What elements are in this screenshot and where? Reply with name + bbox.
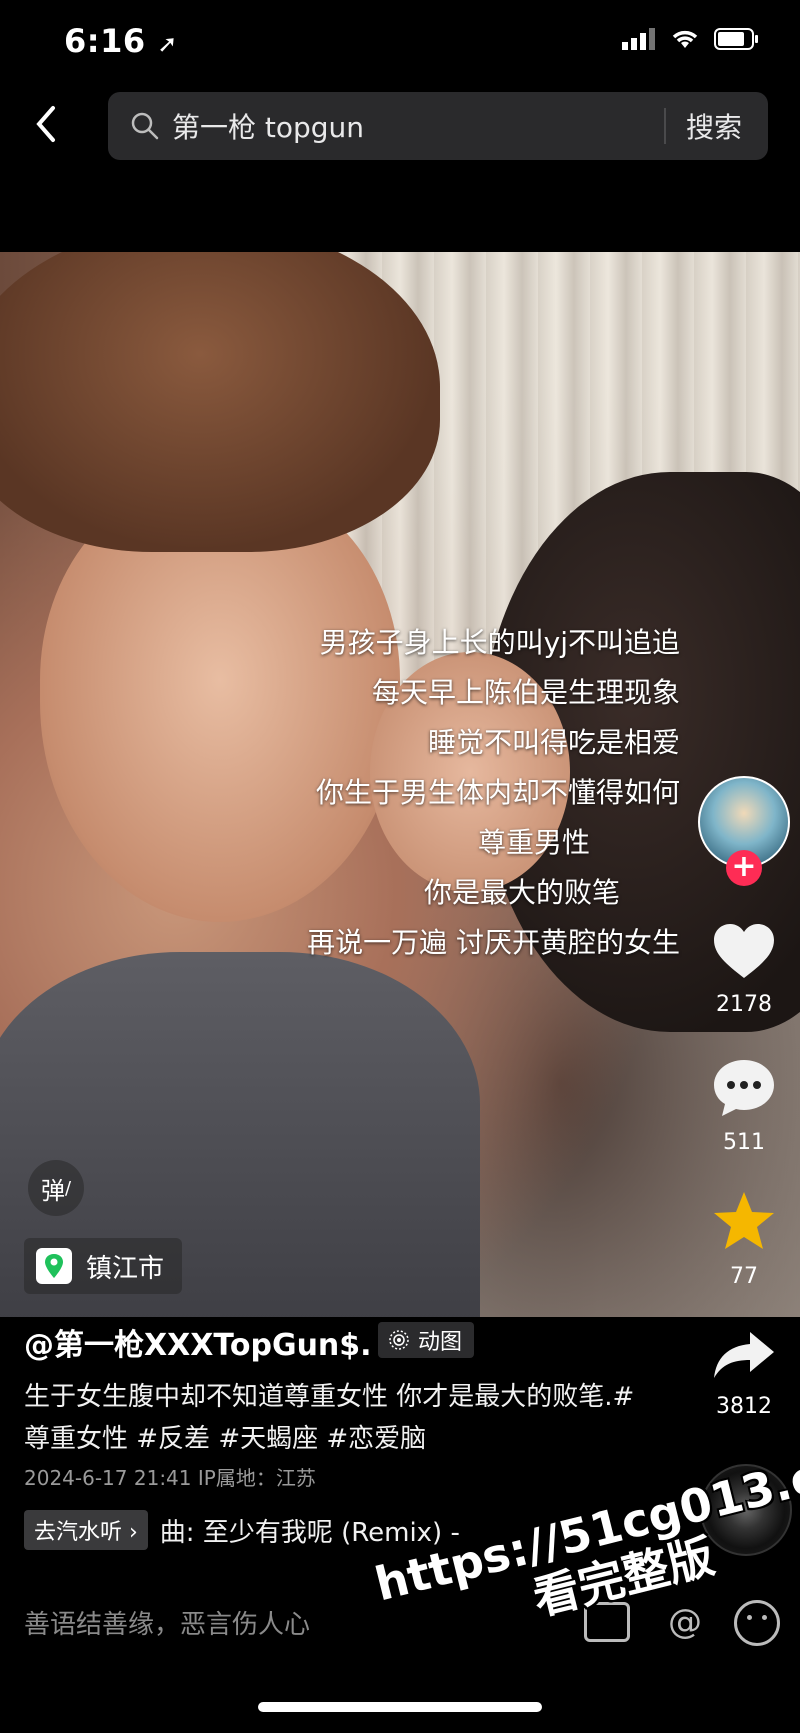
status-time: 6:16 ➚ — [64, 22, 178, 60]
danmaku-toggle-button[interactable]: 弹 / — [28, 1160, 84, 1216]
author-avatar[interactable]: + — [698, 776, 790, 886]
comment-count: 511 — [723, 1130, 765, 1155]
share-button[interactable]: 3812 — [698, 1330, 790, 1419]
music-row[interactable]: 去汽水听 › 曲: 至少有我呢 (Remix) - — [24, 1510, 460, 1550]
search-submit-button[interactable]: 搜索 — [686, 106, 742, 146]
follow-button[interactable]: + — [726, 850, 762, 886]
search-divider — [664, 108, 666, 144]
video-caption-overlay: 男孩子身上长的叫yj不叫追追 每天早上陈伯是生理现象 睡觉不叫得吃是相爱 你生于… — [307, 618, 680, 968]
author-name[interactable]: @第一枪XXXTopGun$. — [24, 1320, 372, 1364]
location-pin-icon — [36, 1248, 72, 1284]
like-count: 2178 — [716, 992, 772, 1017]
signal-icon — [622, 28, 655, 50]
comment-input[interactable]: 善语结善缘，恶言伤人心 — [24, 1604, 310, 1641]
caption-line: 尊重男性 — [477, 826, 590, 859]
music-title[interactable]: 曲: 至少有我呢 (Remix) - — [160, 1512, 460, 1549]
share-arrow-icon — [714, 1332, 774, 1378]
wifi-icon — [672, 30, 698, 48]
heart-icon — [714, 924, 774, 978]
post-meta: 2024-6-17 21:41 IP属地：江苏 — [24, 1466, 316, 1490]
location-label: 镇江市 — [86, 1253, 165, 1284]
post-description: 生于女生腹中却不知道尊重女性 你才是最大的败笔.#尊重女性 #反差 #天蝎座 #… — [24, 1382, 635, 1454]
type-badge-label: 动图 — [418, 1330, 463, 1355]
star-icon — [714, 1192, 774, 1249]
caption-line: 再说一万遍 讨厌开黄腔的女生 — [307, 926, 680, 959]
like-button[interactable]: 2178 — [698, 922, 790, 1017]
caption-line: 睡觉不叫得吃是相爱 — [427, 726, 680, 759]
status-icons — [622, 28, 760, 50]
back-button[interactable] — [22, 100, 70, 148]
location-tag[interactable]: 镇江市 — [24, 1238, 183, 1294]
search-bar[interactable]: 第一枪 topgun 搜索 — [108, 92, 768, 160]
video-figure — [0, 252, 440, 552]
favorite-count: 77 — [730, 1264, 758, 1289]
share-count: 3812 — [716, 1394, 772, 1419]
caption-line: 你是最大的败笔 — [423, 876, 620, 909]
caption-line: 你生于男生体内却不懂得如何 — [315, 776, 680, 809]
search-input[interactable]: 第一枪 topgun — [172, 106, 364, 146]
danmaku-label: 弹 — [40, 1176, 65, 1205]
listen-in-app-button[interactable]: 去汽水听 › — [24, 1510, 148, 1550]
location-arrow-icon: ➚ — [157, 30, 178, 58]
caption-line: 男孩子身上长的叫yj不叫追追 — [319, 626, 680, 659]
comment-button[interactable]: 511 — [698, 1058, 790, 1155]
comment-bubble-icon — [714, 1060, 774, 1116]
mention-icon[interactable]: @ — [668, 1602, 702, 1642]
search-icon — [131, 112, 159, 140]
caption-line: 每天早上陈伯是生理现象 — [371, 676, 680, 709]
type-badge: 动图 — [378, 1322, 475, 1358]
live-photo-icon — [389, 1330, 409, 1350]
back-arrow-icon — [36, 106, 55, 142]
emoji-icon[interactable] — [734, 1600, 780, 1646]
favorite-button[interactable]: 77 — [698, 1190, 790, 1289]
home-indicator[interactable] — [258, 1702, 542, 1712]
battery-icon — [714, 28, 758, 50]
